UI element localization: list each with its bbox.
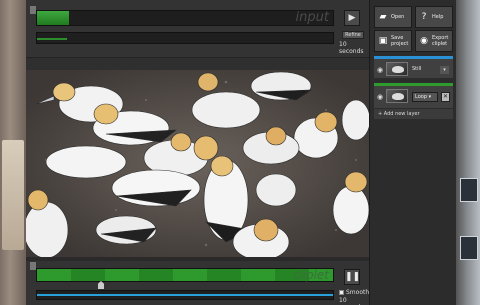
pause-button[interactable]: ❚❚ — [344, 269, 360, 285]
eye-icon[interactable]: ◉ — [377, 93, 383, 101]
open-button[interactable]: ▰ Open — [374, 6, 412, 28]
refine-selection[interactable] — [37, 38, 67, 40]
cliplet-refine-progress — [37, 294, 333, 296]
video-preview — [26, 70, 369, 257]
save-project-button[interactable]: ▣ Save project — [374, 30, 412, 52]
export-cliplet-button[interactable]: ◉ Export cliplet — [415, 30, 453, 52]
cliplet-app-window: input ▶ Refine 10 seconds cliplet ❚❚ Smo… — [26, 0, 456, 305]
still-layer-label: Still — [412, 66, 422, 72]
smooth-toggle[interactable]: Smooth — [339, 289, 369, 296]
side-panel-empty — [374, 124, 453, 300]
camera-icon: ◉ — [420, 36, 428, 46]
smooth-checkbox[interactable] — [339, 290, 344, 295]
eye-icon[interactable]: ◉ — [377, 66, 383, 74]
play-icon: ▶ — [348, 13, 356, 23]
layer-loop[interactable]: ◉ Loop ▾ ✕ — [374, 83, 453, 108]
chevron-icon[interactable]: ▾ — [440, 66, 449, 74]
cliplet-duration: 10 seconds — [339, 297, 364, 305]
background-window — [460, 236, 478, 260]
input-selection[interactable] — [37, 11, 69, 25]
plus-icon: + — [378, 111, 383, 117]
background-post — [2, 140, 24, 250]
input-track-label: input — [295, 10, 329, 25]
input-duration: 10 seconds — [339, 41, 364, 55]
save-icon: ▣ — [378, 36, 388, 46]
cliplet-timeline[interactable]: cliplet — [36, 268, 334, 282]
background-window — [460, 178, 478, 202]
gannet-colony-frame — [26, 70, 369, 257]
desktop-background-right — [456, 0, 480, 305]
smooth-label: Smooth — [346, 289, 370, 296]
loop-thumbnail — [386, 89, 408, 103]
cliplet-playhead[interactable] — [98, 281, 104, 289]
cliplet-loop-segments — [37, 269, 333, 281]
layer-still[interactable]: ◉ Still ▾ — [374, 56, 453, 78]
cliplet-panel: cliplet ❚❚ Smooth 10 seconds — [26, 261, 369, 305]
play-button[interactable]: ▶ — [344, 10, 360, 26]
folder-icon: ▰ — [379, 12, 387, 22]
desktop: input ▶ Refine 10 seconds cliplet ❚❚ Smo… — [0, 0, 480, 305]
refine-button[interactable]: Refine — [342, 31, 364, 39]
input-panel: input ▶ Refine 10 seconds — [26, 0, 369, 58]
pause-icon: ❚❚ — [345, 272, 361, 282]
desktop-background-left — [0, 0, 26, 305]
help-icon: ? — [421, 12, 427, 22]
still-thumbnail — [386, 62, 408, 76]
input-refine-timeline[interactable] — [36, 32, 334, 44]
cliplet-refine-timeline[interactable] — [36, 290, 334, 300]
loop-mode-select[interactable]: Loop ▾ — [412, 92, 438, 102]
close-icon[interactable]: ✕ — [441, 92, 450, 102]
side-panel: ▰ Open ? Help ▣ Save project ◉ Export clip… — [369, 0, 456, 305]
cliplet-track-label: cliplet — [292, 268, 329, 282]
help-button[interactable]: ? Help — [415, 6, 453, 28]
input-timeline[interactable]: input — [36, 10, 334, 26]
add-layer-button[interactable]: + Add new layer — [374, 109, 453, 119]
